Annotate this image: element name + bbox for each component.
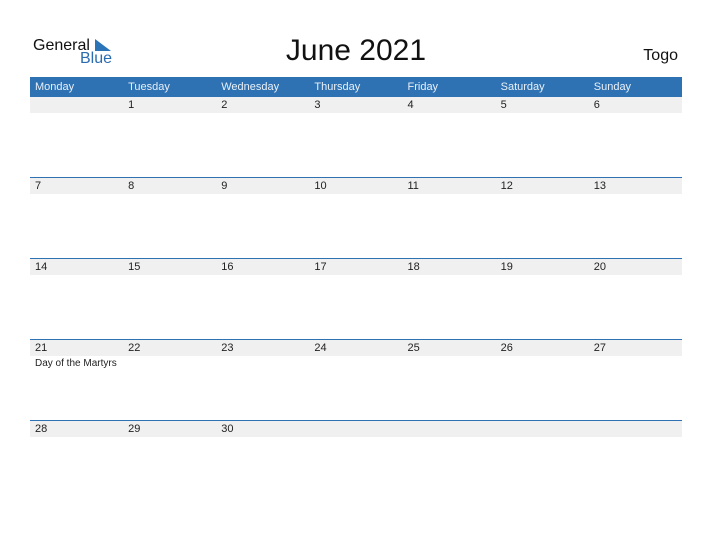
day-number: 28 (35, 423, 48, 435)
holiday-label (216, 194, 309, 196)
holiday-label (496, 356, 589, 369)
day-number (589, 421, 682, 437)
date-row: 14 15 16 17 18 19 20 (30, 259, 682, 275)
day-number: 18 (407, 261, 420, 273)
event-row: Day of the Martyrs (30, 356, 682, 369)
day-number: 14 (35, 261, 48, 273)
holiday-label (309, 356, 402, 369)
holiday-label (496, 437, 589, 439)
day-number: 24 (314, 342, 327, 354)
holiday-label (309, 437, 402, 439)
holiday-label: Day of the Martyrs (35, 358, 117, 369)
event-row (30, 194, 682, 196)
date-row: 21 22 23 24 25 26 27 (30, 340, 682, 356)
holiday-label (309, 113, 402, 115)
holiday-label (496, 194, 589, 196)
day-number: 15 (128, 261, 141, 273)
day-number: 7 (35, 180, 42, 192)
holiday-label (589, 356, 682, 369)
holiday-label (216, 275, 309, 277)
holiday-label (30, 194, 123, 196)
page-title: June 2021 (285, 34, 427, 67)
holiday-label (123, 113, 216, 115)
day-number: 1 (128, 99, 135, 111)
holiday-label (403, 275, 496, 277)
holiday-label (589, 437, 682, 439)
holiday-label (30, 113, 123, 115)
week-row: 28 29 30 (30, 420, 682, 501)
day-number: 4 (407, 99, 414, 111)
day-number: 20 (593, 261, 606, 273)
holiday-label (123, 437, 216, 439)
day-number: 21 (35, 342, 48, 354)
day-number: 12 (500, 180, 513, 192)
day-number (496, 421, 589, 437)
day-number: 29 (128, 423, 141, 435)
week-row: 1 2 3 4 5 6 (30, 97, 682, 177)
holiday-label (589, 194, 682, 196)
day-number: 19 (500, 261, 513, 273)
day-number: 30 (221, 423, 234, 435)
day-number: 11 (407, 180, 419, 192)
day-number: 22 (128, 342, 141, 354)
holiday-label (309, 194, 402, 196)
holiday-label (589, 275, 682, 277)
holiday-label (496, 275, 589, 277)
holiday-label (123, 194, 216, 196)
holiday-label (403, 356, 496, 369)
holiday-label (30, 275, 123, 277)
day-number: 26 (500, 342, 513, 354)
weekday-label: Monday (35, 81, 75, 93)
holiday-label (496, 113, 589, 115)
day-number: 25 (407, 342, 420, 354)
date-row: 7 8 9 10 11 12 13 (30, 178, 682, 194)
day-number (309, 421, 402, 437)
event-row (30, 275, 682, 277)
event-row (30, 113, 682, 115)
holiday-label (216, 437, 309, 439)
weekday-label: Friday (407, 81, 439, 93)
holiday-label (403, 194, 496, 196)
date-row: 1 2 3 4 5 6 (30, 97, 682, 113)
calendar-grid: Monday Tuesday Wednesday Thursday Friday… (30, 77, 682, 501)
holiday-label (30, 437, 123, 439)
week-row: 14 15 16 17 18 19 20 (30, 258, 682, 339)
country-label: Togo (643, 47, 678, 64)
day-number: 9 (221, 180, 228, 192)
day-number: 13 (593, 180, 606, 192)
weekday-label: Tuesday (128, 81, 170, 93)
day-number: 2 (221, 99, 228, 111)
date-row: 28 29 30 (30, 421, 682, 437)
day-number: 23 (221, 342, 234, 354)
holiday-label (216, 356, 309, 369)
holiday-label (123, 356, 216, 369)
day-number: 8 (128, 180, 135, 192)
day-number: 6 (593, 99, 600, 111)
event-row (30, 437, 682, 439)
week-row: 7 8 9 10 11 12 13 (30, 177, 682, 258)
day-number: 27 (593, 342, 606, 354)
weekday-label: Saturday (500, 81, 545, 93)
day-number: 17 (314, 261, 327, 273)
day-number: 16 (221, 261, 234, 273)
holiday-label (403, 113, 496, 115)
day-number (403, 421, 496, 437)
holiday-label (123, 275, 216, 277)
day-number: 3 (314, 99, 321, 111)
day-number (30, 97, 123, 113)
week-row: 21 22 23 24 25 26 27 Day of the Martyrs (30, 339, 682, 420)
weekday-label: Thursday (314, 81, 361, 93)
holiday-label (216, 113, 309, 115)
holiday-label (589, 113, 682, 115)
holiday-label (309, 275, 402, 277)
day-number: 10 (314, 180, 327, 192)
weekday-label: Sunday (593, 81, 632, 93)
weekday-header: Monday Tuesday Wednesday Thursday Friday… (30, 77, 682, 97)
weekday-label: Wednesday (221, 81, 280, 93)
day-number: 5 (500, 99, 507, 111)
holiday-label (403, 437, 496, 439)
